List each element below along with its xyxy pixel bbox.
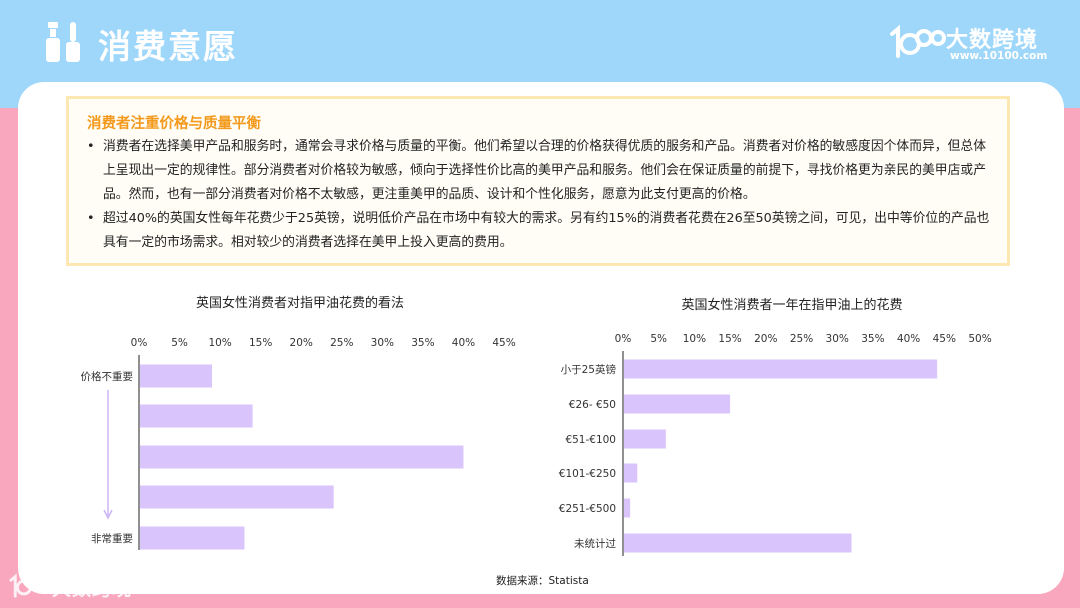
bar: [624, 498, 631, 518]
tick-label: 40%: [897, 333, 920, 345]
tick-label: 45%: [933, 333, 956, 345]
tick-label: 0%: [131, 337, 148, 349]
bar: [140, 445, 464, 469]
bar: [140, 364, 212, 388]
category-label: €26- €50: [569, 399, 616, 411]
watermark: 大数跨境: [8, 572, 148, 604]
bar: [624, 359, 938, 379]
bar: [140, 526, 245, 550]
watermark-name: 大数跨境: [52, 578, 133, 600]
tick-label: 40%: [452, 337, 475, 349]
bar: [140, 485, 334, 509]
tick-label: 5%: [650, 333, 667, 345]
tick-label: 10%: [683, 333, 706, 345]
category-label: 非常重要: [91, 532, 133, 545]
category-label: 小于25英镑: [561, 363, 616, 376]
bar: [624, 429, 666, 449]
category-label: 未统计过: [574, 537, 616, 550]
bar: [624, 533, 852, 553]
tick-label: 0%: [615, 333, 632, 345]
tick-label: 10%: [208, 337, 231, 349]
tick-label: 20%: [754, 333, 777, 345]
tick-label: 30%: [826, 333, 849, 345]
charts-svg: 0% 5% 10% 15% 20% 25% 30% 35% 40% 45% 价格不重要非常重要 0% 5…: [81, 333, 992, 556]
source-note: 数据来源：Statista: [496, 575, 589, 587]
tick-label: 15%: [718, 333, 741, 345]
tick-label: 25%: [330, 337, 353, 349]
category-label: €101-€250: [559, 468, 616, 480]
category-label: €51-€100: [565, 434, 616, 446]
tick-label: 5%: [171, 337, 188, 349]
tick-label: 45%: [492, 337, 515, 349]
tick-label: 15%: [249, 337, 272, 349]
category-label: 价格不重要: [81, 370, 134, 383]
tick-label: 35%: [861, 333, 884, 345]
bar: [140, 404, 253, 428]
tick-label: 20%: [290, 337, 313, 349]
tick-label: 50%: [968, 333, 991, 345]
category-label: €251-€500: [559, 503, 616, 515]
bar: [624, 463, 638, 483]
bar: [624, 394, 731, 414]
10100-logo-icon: [9, 573, 50, 598]
tick-label: 30%: [371, 337, 394, 349]
tick-label: 35%: [411, 337, 434, 349]
tick-label: 25%: [790, 333, 813, 345]
